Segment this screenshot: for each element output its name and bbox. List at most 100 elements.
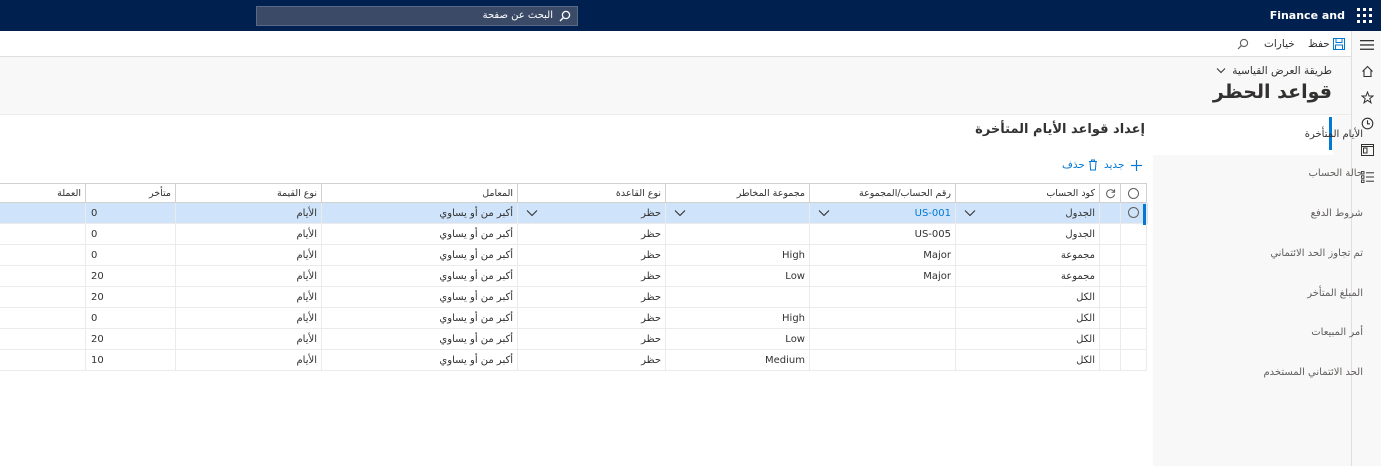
cell-overdue[interactable]: 0 — [86, 224, 176, 245]
tab-sales-order[interactable]: أمر المبيعات — [1311, 327, 1363, 338]
col-overdue[interactable]: متأخر — [86, 183, 176, 203]
cell-operator[interactable]: أكبر من أو يساوي — [322, 329, 518, 350]
cell-account-code[interactable]: مجموعة — [956, 245, 1100, 266]
cell-currency[interactable] — [0, 203, 86, 224]
cell-account-group[interactable]: US-005 — [810, 224, 956, 245]
col-value-type[interactable]: نوع القيمة — [176, 183, 322, 203]
trash-icon[interactable] — [1088, 159, 1098, 171]
cell-overdue[interactable]: 20 — [86, 329, 176, 350]
chevron-down-icon[interactable] — [964, 207, 976, 219]
col-rule-type[interactable]: نوع القاعدة — [518, 183, 666, 203]
cell-account-code[interactable]: الكل — [956, 350, 1100, 371]
chevron-down-icon[interactable] — [674, 207, 686, 219]
cell-operator[interactable]: أكبر من أو يساوي — [322, 308, 518, 329]
cell-operator[interactable]: أكبر من أو يساوي — [322, 266, 518, 287]
table-row[interactable]: الكل Medium حظر أكبر من أو يساوي الأيام 10 — [0, 350, 1148, 371]
cell-account-code[interactable]: مجموعة — [956, 266, 1100, 287]
tab-overdue-days[interactable]: الأيام المتأخرة — [1305, 129, 1363, 140]
view-selector[interactable]: طريقة العرض القياسية — [1216, 65, 1332, 77]
cell-risk-group[interactable] — [666, 287, 810, 308]
cell-value-type[interactable]: الأيام — [176, 203, 322, 224]
table-row[interactable]: الكل High حظر أكبر من أو يساوي الأيام 0 — [0, 308, 1148, 329]
chevron-down-icon[interactable] — [526, 207, 538, 219]
cell-operator[interactable]: أكبر من أو يساوي — [322, 245, 518, 266]
search-icon[interactable] — [1237, 38, 1249, 50]
cell-value-type[interactable]: الأيام — [176, 224, 322, 245]
row-select-cell[interactable] — [1121, 287, 1147, 308]
table-row[interactable]: مجموعة Major High حظر أكبر من أو يساوي الأيام… — [0, 245, 1148, 266]
row-select-cell[interactable] — [1121, 245, 1147, 266]
options-button[interactable]: خيارات — [1264, 31, 1295, 57]
cell-value-type[interactable]: الأيام — [176, 266, 322, 287]
cell-account-group[interactable] — [810, 308, 956, 329]
plus-icon[interactable] — [1131, 160, 1142, 171]
cell-operator[interactable]: أكبر من أو يساوي — [322, 224, 518, 245]
workspace-icon[interactable] — [1352, 139, 1381, 161]
cell-overdue[interactable]: 0 — [86, 308, 176, 329]
new-button[interactable]: جديد — [1104, 157, 1124, 173]
tab-credit-limit-exceeded[interactable]: تم تجاوز الحد الائتماني — [1270, 248, 1363, 259]
home-icon[interactable] — [1352, 60, 1381, 82]
refresh-header[interactable] — [1100, 183, 1121, 203]
table-row[interactable]: الكل Low حظر أكبر من أو يساوي الأيام 20 — [0, 329, 1148, 350]
refresh-icon[interactable] — [1105, 188, 1116, 199]
cell-account-group[interactable]: Major — [810, 266, 956, 287]
cell-rule-type[interactable]: حظر — [518, 350, 666, 371]
cell-rule-type[interactable]: حظر — [518, 224, 666, 245]
cell-overdue[interactable]: 10 — [86, 350, 176, 371]
cell-account-group[interactable]: Major — [810, 245, 956, 266]
cell-overdue[interactable]: 0 — [86, 203, 176, 224]
table-row[interactable]: مجموعة Major Low حظر أكبر من أو يساوي الأيام 2… — [0, 266, 1148, 287]
cell-risk-group[interactable]: Low — [666, 266, 810, 287]
row-select-cell[interactable] — [1121, 224, 1147, 245]
cell-rule-type[interactable]: حظر — [518, 308, 666, 329]
cell-currency[interactable] — [0, 224, 86, 245]
cell-operator[interactable]: أكبر من أو يساوي — [322, 203, 518, 224]
save-button[interactable]: حفظ — [1308, 31, 1330, 57]
chevron-down-icon[interactable] — [818, 207, 830, 219]
row-select-cell[interactable] — [1121, 329, 1147, 350]
cell-currency[interactable] — [0, 329, 86, 350]
table-row[interactable]: الكل حظر أكبر من أو يساوي الأيام 20 — [0, 287, 1148, 308]
col-account-code[interactable]: كود الحساب — [956, 183, 1100, 203]
cell-rule-type[interactable]: حظر — [518, 266, 666, 287]
select-all-radio[interactable] — [1128, 188, 1139, 199]
search-box[interactable]: البحث عن صفحة — [256, 6, 578, 26]
cell-currency[interactable] — [0, 350, 86, 371]
cell-overdue[interactable]: 0 — [86, 245, 176, 266]
cell-account-group[interactable]: US-001 — [810, 203, 956, 224]
tab-account-status[interactable]: حالة الحساب — [1309, 168, 1363, 179]
delete-button[interactable]: حذف — [1062, 157, 1085, 173]
cell-rule-type[interactable]: حظر — [518, 287, 666, 308]
cell-operator[interactable]: أكبر من أو يساوي — [322, 287, 518, 308]
col-risk-group[interactable]: مجموعة المخاطر — [666, 183, 810, 203]
row-select-cell[interactable] — [1121, 308, 1147, 329]
cell-value-type[interactable]: الأيام — [176, 245, 322, 266]
cell-operator[interactable]: أكبر من أو يساوي — [322, 350, 518, 371]
cell-risk-group[interactable]: Medium — [666, 350, 810, 371]
cell-currency[interactable] — [0, 266, 86, 287]
waffle-icon[interactable] — [1357, 8, 1373, 24]
cell-risk-group[interactable]: High — [666, 308, 810, 329]
cell-account-code[interactable]: الكل — [956, 287, 1100, 308]
save-icon[interactable] — [1333, 38, 1345, 50]
tab-credit-limit-used[interactable]: الحد الائتماني المستخدم — [1263, 367, 1363, 378]
tab-payment-terms[interactable]: شروط الدفع — [1311, 208, 1363, 219]
star-icon[interactable] — [1352, 86, 1381, 108]
cell-value-type[interactable]: الأيام — [176, 287, 322, 308]
select-all-header[interactable] — [1121, 183, 1147, 203]
cell-risk-group[interactable]: Low — [666, 329, 810, 350]
tab-overdue-amount[interactable]: المبلغ المتأخر — [1307, 288, 1363, 299]
row-select-cell[interactable] — [1121, 266, 1147, 287]
row-select-radio[interactable] — [1128, 207, 1139, 218]
app-title[interactable]: Finance and Operations — [1200, 0, 1345, 53]
cell-risk-group[interactable] — [666, 224, 810, 245]
cell-overdue[interactable]: 20 — [86, 266, 176, 287]
cell-account-code[interactable]: الكل — [956, 329, 1100, 350]
cell-rule-type[interactable]: حظر — [518, 329, 666, 350]
table-row[interactable]: الجدول US-001 حظر أكبر من أو يساوي الأيام 0 — [0, 203, 1148, 224]
cell-account-code[interactable]: الجدول — [956, 224, 1100, 245]
cell-account-group[interactable] — [810, 287, 956, 308]
cell-currency[interactable] — [0, 308, 86, 329]
cell-value-type[interactable]: الأيام — [176, 329, 322, 350]
